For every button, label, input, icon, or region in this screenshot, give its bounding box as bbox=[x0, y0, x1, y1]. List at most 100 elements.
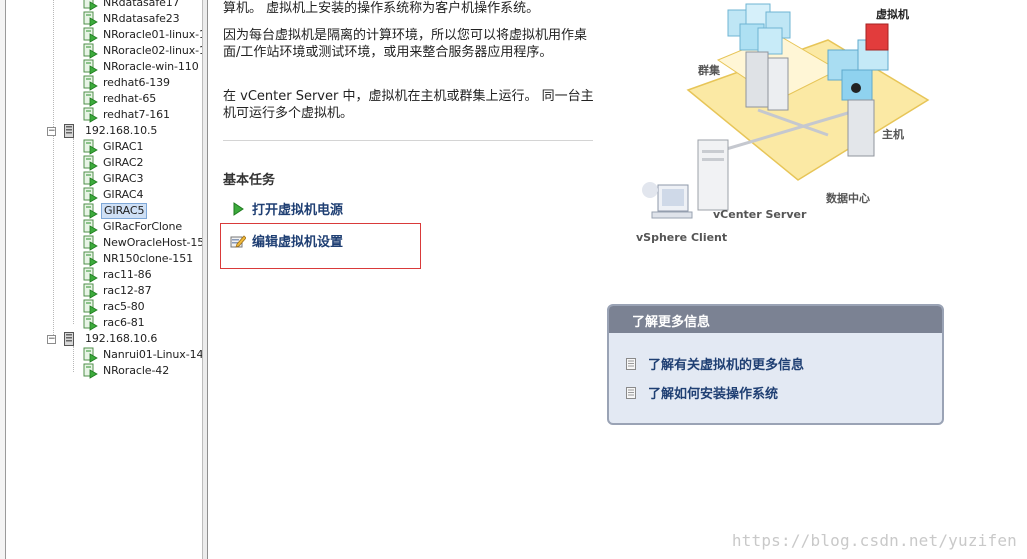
tree-node-label: GIRAC2 bbox=[103, 156, 144, 169]
vm-icon bbox=[83, 59, 98, 75]
label-host: 主机 bbox=[882, 128, 904, 141]
vm-icon bbox=[83, 251, 98, 267]
tree-node-label: Nanrui01-Linux-148 bbox=[103, 348, 202, 361]
tree-node-label: redhat-65 bbox=[103, 92, 157, 105]
tree-vm-node[interactable]: NewOracleHost-152 bbox=[82, 235, 202, 251]
vm-icon bbox=[83, 219, 98, 235]
tree-vm-node[interactable]: GIRAC2 bbox=[82, 155, 145, 171]
tree-node-label: rac6-81 bbox=[103, 316, 145, 329]
tree-vm-node[interactable]: NR150clone-151 bbox=[82, 251, 195, 267]
basic-tasks-title: 基本任务 bbox=[223, 173, 276, 188]
vm-icon bbox=[83, 203, 98, 219]
power-on-vm-label: 打开虚拟机电源 bbox=[252, 203, 344, 218]
label-cluster: 群集 bbox=[698, 64, 720, 77]
description-text-1: 算机。 虚拟机上安装的操作系统称为客户机操作系统。 bbox=[223, 1, 540, 16]
tree-vm-node[interactable]: rac5-80 bbox=[82, 299, 147, 315]
tree-node-label: redhat7-161 bbox=[103, 108, 170, 121]
inventory-tree[interactable]: NRdatasafe17 NRdatasafe23 NRoracle01-linux… bbox=[6, 0, 202, 559]
vm-icon bbox=[83, 155, 98, 171]
tree-host-node[interactable]: − 192.168.10.5 bbox=[47, 123, 159, 139]
learn-install-os-label: 了解如何安装操作系统 bbox=[648, 387, 779, 402]
vm-icon bbox=[83, 139, 98, 155]
tree-vm-node[interactable]: GIRAC3 bbox=[82, 171, 145, 187]
tree-node-label: NRoracle01-linux-14 bbox=[103, 28, 202, 41]
document-icon bbox=[626, 386, 636, 399]
tree-node-label: redhat6-139 bbox=[103, 76, 170, 89]
tree-vm-node[interactable]: rac11-86 bbox=[82, 267, 153, 283]
power-on-icon bbox=[233, 201, 244, 216]
vm-icon bbox=[83, 0, 98, 11]
tree-node-label: NRoracle-win-110 bbox=[103, 60, 199, 73]
learn-more-vm-link[interactable]: 了解有关虚拟机的更多信息 bbox=[626, 354, 804, 373]
tree-vm-node[interactable]: GIRAC5 bbox=[82, 203, 148, 219]
tree-vm-node[interactable]: redhat-65 bbox=[82, 91, 158, 107]
description-text-3: 在 vCenter Server 中，虚拟机在主机或群集上运行。 同一台主机可运… bbox=[223, 89, 594, 121]
label-vcenter-server: vCenter Server bbox=[713, 208, 807, 221]
tree-vm-node[interactable]: NRdatasafe23 bbox=[82, 11, 182, 27]
section-divider bbox=[223, 140, 593, 141]
vm-icon bbox=[83, 171, 98, 187]
tree-node-label: GIRAC4 bbox=[103, 188, 144, 201]
label-datacenter: 数据中心 bbox=[826, 192, 870, 205]
tree-connector bbox=[73, 346, 74, 372]
tree-node-label: NRdatasafe17 bbox=[103, 0, 180, 9]
tree-collapse-toggle[interactable]: − bbox=[47, 335, 56, 344]
annotation-highlight-box bbox=[220, 223, 421, 269]
tree-node-label: GIRAC5 bbox=[101, 203, 148, 219]
vm-icon bbox=[83, 267, 98, 283]
tree-node-label: NR150clone-151 bbox=[103, 252, 194, 265]
vm-icon bbox=[83, 107, 98, 123]
tree-vm-node[interactable]: GIRAC4 bbox=[82, 187, 145, 203]
host-server-icon bbox=[64, 124, 74, 138]
tree-node-label: NRoracle-42 bbox=[103, 364, 170, 377]
tree-node-label: NewOracleHost-152 bbox=[103, 236, 202, 249]
tree-node-label: 192.168.10.6 bbox=[85, 332, 158, 345]
vm-icon bbox=[83, 75, 98, 91]
tree-node-label: rac11-86 bbox=[103, 268, 152, 281]
tree-node-label: 192.168.10.5 bbox=[85, 124, 158, 137]
document-icon bbox=[626, 357, 636, 370]
learn-more-title: 了解更多信息 bbox=[609, 306, 942, 333]
learn-more-vm-label: 了解有关虚拟机的更多信息 bbox=[648, 358, 805, 373]
tree-vm-node[interactable]: NRoracle-42 bbox=[82, 363, 171, 379]
tree-node-label: rac5-80 bbox=[103, 300, 145, 313]
tree-vm-node[interactable]: rac6-81 bbox=[82, 315, 147, 331]
vm-icon bbox=[83, 315, 98, 331]
tree-node-label: rac12-87 bbox=[103, 284, 152, 297]
tree-connector bbox=[53, 0, 54, 131]
vsphere-diagram: 虚拟机 群集 主机 数据中心 vCenter Server vSphere Cl… bbox=[628, 0, 948, 250]
tree-vm-node[interactable]: NRdatasafe17 bbox=[82, 0, 182, 11]
power-on-vm-link[interactable]: 打开虚拟机电源 bbox=[230, 199, 343, 218]
tree-vm-node[interactable]: NRoracle02-linux-15 bbox=[82, 43, 202, 59]
host-server-icon bbox=[64, 332, 74, 346]
tree-vm-node[interactable]: rac12-87 bbox=[82, 283, 153, 299]
vm-icon bbox=[83, 11, 98, 27]
vm-icon bbox=[83, 43, 98, 59]
vm-icon bbox=[83, 299, 98, 315]
learn-install-os-link[interactable]: 了解如何安装操作系统 bbox=[626, 383, 778, 402]
tree-node-label: NRoracle02-linux-15 bbox=[103, 44, 202, 57]
tree-connector bbox=[53, 131, 54, 339]
tree-vm-node[interactable]: redhat6-139 bbox=[82, 75, 172, 91]
vm-icon bbox=[83, 283, 98, 299]
tree-vm-node[interactable]: Nanrui01-Linux-148 bbox=[82, 347, 202, 363]
description-text-2: 因为每台虚拟机是隔离的计算环境，所以您可以将虚拟机用作桌面/工作站环境或测试环境… bbox=[223, 28, 588, 60]
vm-icon bbox=[83, 235, 98, 251]
label-virtual-machine: 虚拟机 bbox=[876, 8, 909, 21]
summary-content: 算机。 虚拟机上安装的操作系统称为客户机操作系统。 因为每台虚拟机是隔离的计算环… bbox=[208, 0, 1027, 559]
vm-icon bbox=[83, 27, 98, 43]
learn-more-panel: 了解更多信息 了解有关虚拟机的更多信息 了解如何安装操作系统 bbox=[607, 304, 944, 425]
vm-icon bbox=[83, 347, 98, 363]
tree-vm-node[interactable]: NRoracle01-linux-14 bbox=[82, 27, 202, 43]
tree-vm-node[interactable]: NRoracle-win-110 bbox=[82, 59, 201, 75]
tree-vm-node[interactable]: GIRacForClone bbox=[82, 219, 184, 235]
tree-node-label: NRdatasafe23 bbox=[103, 12, 180, 25]
watermark: https://blog.csdn.net/yuzifen bbox=[731, 531, 1017, 550]
tree-vm-node[interactable]: GIRAC1 bbox=[82, 139, 145, 155]
tree-vm-node[interactable]: redhat7-161 bbox=[82, 107, 172, 123]
tree-collapse-toggle[interactable]: − bbox=[47, 127, 56, 136]
tree-host-node[interactable]: − 192.168.10.6 bbox=[47, 331, 159, 347]
tree-node-label: GIRAC3 bbox=[103, 172, 144, 185]
vm-icon bbox=[83, 187, 98, 203]
tree-node-label: GIRAC1 bbox=[103, 140, 144, 153]
